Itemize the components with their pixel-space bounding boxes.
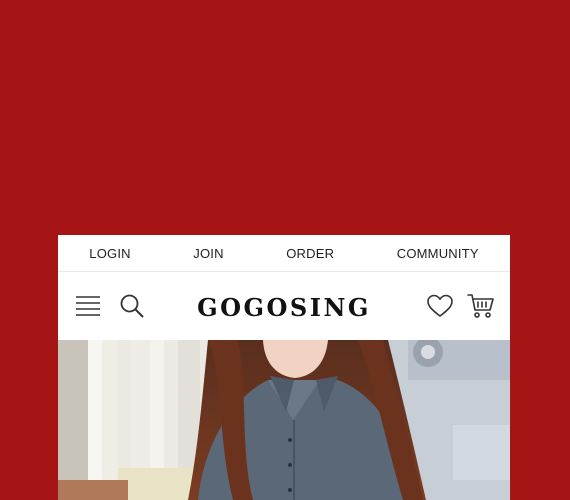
wishlist-button[interactable] bbox=[426, 292, 454, 320]
join-link[interactable]: JOIN bbox=[193, 246, 223, 261]
cart-icon bbox=[467, 294, 494, 318]
community-link[interactable]: COMMUNITY bbox=[397, 246, 479, 261]
hero-model-photo bbox=[58, 340, 510, 500]
heart-icon bbox=[427, 294, 453, 317]
order-link[interactable]: ORDER bbox=[286, 246, 334, 261]
top-nav-links: LOGIN JOIN ORDER COMMUNITY bbox=[58, 235, 510, 272]
login-link[interactable]: LOGIN bbox=[89, 246, 130, 261]
hero-banner-image[interactable] bbox=[58, 340, 510, 500]
cart-button[interactable] bbox=[466, 291, 496, 321]
mobile-shop-frame: LOGIN JOIN ORDER COMMUNITY GOGOSING bbox=[58, 235, 510, 500]
site-header: GOGOSING bbox=[58, 272, 510, 340]
